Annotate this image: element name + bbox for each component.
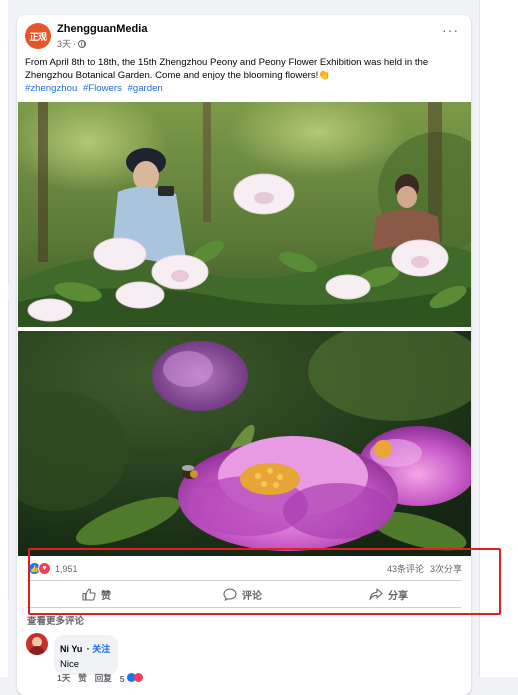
like-button[interactable]: 赞: [82, 583, 111, 605]
view-more-comments-link[interactable]: 查看更多评论: [27, 613, 84, 627]
reaction-count: 1,951: [55, 563, 78, 574]
post-time[interactable]: 3天: [57, 37, 71, 50]
globe-icon: [78, 39, 87, 48]
page-background-top: [0, 0, 518, 8]
comment-like-button[interactable]: 赞: [78, 672, 87, 684]
divider: [27, 580, 461, 581]
author-avatar[interactable]: 正观: [25, 23, 51, 49]
hashtag-list: #zhengzhou #Flowers #garden: [25, 83, 166, 94]
commenter-name[interactable]: Ni Yu: [60, 644, 82, 654]
author-name[interactable]: ZhengguanMedia: [57, 23, 147, 35]
peony-garden-photo: [18, 102, 471, 327]
comment-text: Nice: [60, 659, 80, 670]
post-photo[interactable]: [18, 331, 471, 556]
engagement-counts: 43条评论 3次分享: [387, 562, 462, 575]
post-card: 正观 ZhengguanMedia 3天 · ··· From April 8t…: [17, 15, 471, 695]
hashtag-link[interactable]: #Flowers: [83, 83, 122, 94]
purple-peony-photo: [18, 331, 471, 556]
post-meta: 3天 ·: [57, 37, 87, 50]
love-reaction-icon: [133, 672, 143, 682]
avatar-logo-text: 正观: [29, 31, 47, 42]
share-label: 分享: [388, 590, 408, 602]
comment-bubble-icon: [223, 587, 237, 601]
comment-bubble: Ni Yu · 关注 Nice: [54, 635, 119, 675]
more-horizontal-icon[interactable]: ···: [442, 23, 459, 37]
left-sidebar-edge: [0, 0, 9, 677]
reaction-summary[interactable]: 👍 ♥ 1,951: [28, 562, 78, 575]
share-arrow-icon: [369, 587, 383, 600]
divider: [27, 607, 461, 608]
right-sidebar-edge: [479, 0, 518, 677]
post-text: From April 8th to 18th, the 15th Zhengzh…: [25, 57, 429, 82]
follow-button[interactable]: 关注: [92, 644, 110, 654]
comment-reply-button[interactable]: 回复: [95, 672, 112, 684]
like-label: 赞: [101, 590, 111, 602]
hashtag-link[interactable]: #garden: [128, 83, 163, 94]
left-panel-segment: [0, 40, 9, 285]
commenter-avatar[interactable]: [26, 633, 48, 655]
comment-actions: 1天 赞 回复 5: [57, 672, 143, 684]
comment-reaction-count: 5: [119, 673, 125, 684]
thumbs-up-icon: [82, 587, 96, 601]
meta-separator: ·: [73, 38, 77, 49]
comment-button[interactable]: 评论: [223, 583, 262, 605]
post-photo[interactable]: [18, 102, 471, 327]
avatar-body: [29, 646, 45, 655]
comment-time[interactable]: 1天: [57, 672, 70, 684]
shares-count-link[interactable]: 3次分享: [430, 562, 462, 575]
share-button[interactable]: 分享: [369, 583, 408, 605]
comments-count-link[interactable]: 43条评论: [387, 562, 424, 575]
hashtag-link[interactable]: #zhengzhou: [25, 83, 77, 94]
left-panel-segment: [0, 300, 9, 600]
comment-label: 评论: [242, 590, 262, 602]
comment-reaction-summary[interactable]: 5: [119, 672, 143, 684]
love-reaction-icon: ♥: [38, 562, 51, 575]
